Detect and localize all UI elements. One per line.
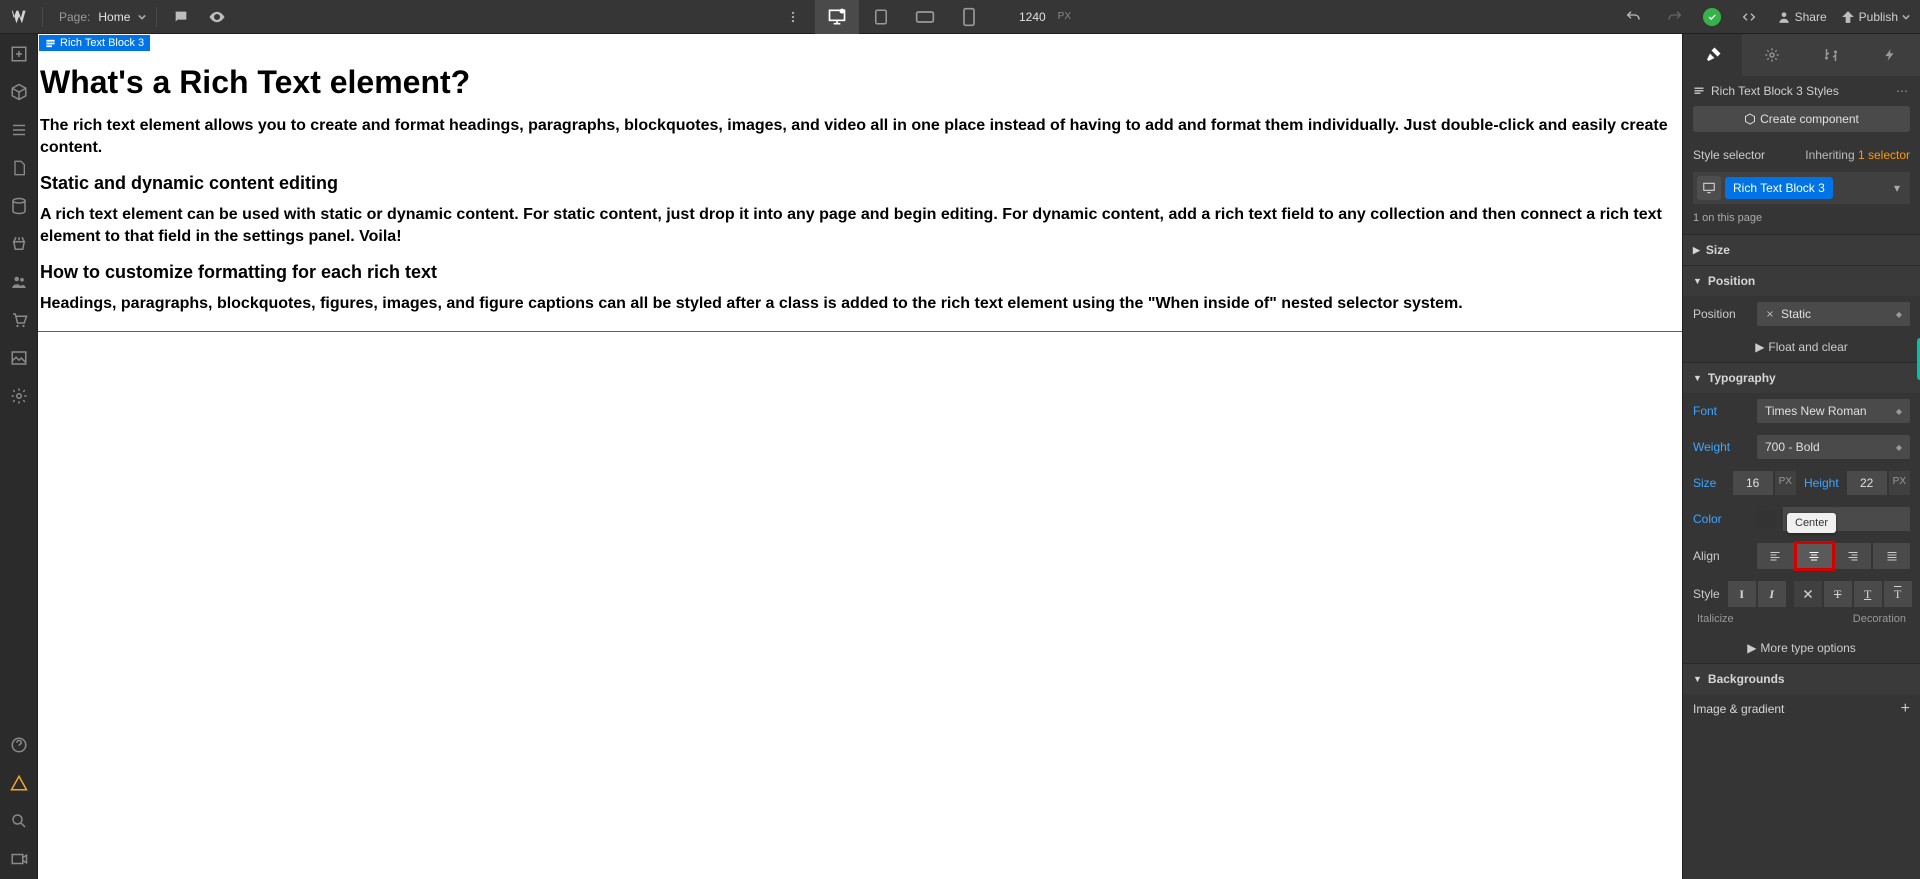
size-unit[interactable]: PX: [1775, 471, 1796, 495]
weight-label: Weight: [1693, 440, 1749, 454]
publish-button[interactable]: Publish: [1841, 10, 1910, 24]
help-icon[interactable]: [9, 735, 29, 755]
selector-input[interactable]: Rich Text Block 3 ▾: [1693, 172, 1910, 204]
color-label: Color: [1693, 512, 1749, 526]
class-chip[interactable]: Rich Text Block 3: [1725, 177, 1833, 199]
status-ok-icon[interactable]: [1703, 8, 1721, 26]
float-and-clear-link[interactable]: ▶Float and clear: [1683, 332, 1920, 362]
search-icon[interactable]: [9, 811, 29, 831]
rich-text-p[interactable]: Headings, paragraphs, blockquotes, figur…: [40, 293, 1680, 315]
italicize-sublabel: Italicize: [1697, 613, 1734, 625]
rich-text-h1[interactable]: What's a Rich Text element?: [40, 64, 1680, 101]
ecommerce-icon[interactable]: [9, 234, 29, 254]
device-breakpoints: [815, 0, 991, 34]
create-component-button[interactable]: Create component: [1693, 106, 1910, 132]
align-right-icon[interactable]: [1835, 543, 1872, 569]
webflow-logo-icon[interactable]: [10, 6, 32, 28]
desktop-device-icon[interactable]: [815, 0, 859, 34]
style-panel: Rich Text Block 3 Styles ⋯ Create compon…: [1682, 34, 1920, 879]
preview-eye-icon[interactable]: [203, 3, 231, 31]
position-label: Position: [1693, 307, 1749, 321]
section-backgrounds[interactable]: ▼Backgrounds: [1683, 663, 1920, 694]
interactions-tab-icon[interactable]: [1802, 34, 1861, 76]
decoration-none-icon[interactable]: [1794, 581, 1822, 607]
rich-text-p[interactable]: The rich text element allows you to crea…: [40, 115, 1680, 159]
overline-icon[interactable]: T: [1884, 581, 1912, 607]
assets-image-icon[interactable]: [9, 348, 29, 368]
more-type-options-link[interactable]: ▶More type options: [1683, 633, 1920, 663]
height-label: Height: [1804, 476, 1839, 490]
settings-tab-gear-icon[interactable]: [1742, 34, 1801, 76]
weight-select[interactable]: 700 - Bold◆: [1757, 435, 1910, 459]
italic-on-icon[interactable]: I: [1758, 581, 1786, 607]
video-tutorial-icon[interactable]: [9, 849, 29, 869]
decoration-sublabel: Decoration: [1853, 613, 1906, 625]
comments-icon[interactable]: [167, 3, 195, 31]
selected-element-label[interactable]: Rich Text Block 3: [39, 35, 150, 51]
symbols-cube-icon[interactable]: [9, 82, 29, 102]
undo-icon[interactable]: [1619, 3, 1647, 31]
section-size[interactable]: ▶Size: [1683, 234, 1920, 265]
align-label: Align: [1693, 549, 1749, 563]
style-label: Style: [1693, 587, 1720, 601]
align-left-icon[interactable]: [1757, 543, 1794, 569]
add-background-icon[interactable]: +: [1901, 700, 1910, 718]
rich-text-p[interactable]: A rich text element can be used with sta…: [40, 204, 1680, 248]
panel-more-icon[interactable]: ⋯: [1896, 84, 1910, 98]
effects-tab-lightning-icon[interactable]: [1861, 34, 1920, 76]
page-name[interactable]: Home: [98, 10, 130, 24]
size-input[interactable]: 16: [1733, 471, 1773, 495]
selector-dropdown-icon[interactable]: ▾: [1888, 181, 1906, 195]
redo-icon[interactable]: [1661, 3, 1689, 31]
top-bar: Page: Home 1240 PX Share Publish: [0, 0, 1920, 34]
style-tab-brush-icon[interactable]: [1683, 34, 1742, 76]
tablet-device-icon[interactable]: [859, 0, 903, 34]
code-icon[interactable]: [1735, 3, 1763, 31]
selector-count: 1 on this page: [1683, 208, 1920, 234]
line-height-unit[interactable]: PX: [1889, 471, 1910, 495]
italic-off-icon[interactable]: I: [1728, 581, 1756, 607]
navigator-icon[interactable]: [9, 120, 29, 140]
style-selector-label: Style selector: [1693, 148, 1765, 162]
inheriting-link[interactable]: 1 selector: [1858, 148, 1910, 162]
rich-text-h3[interactable]: Static and dynamic content editing: [40, 173, 1680, 194]
add-element-icon[interactable]: [9, 44, 29, 64]
line-height-input[interactable]: 22: [1847, 471, 1887, 495]
align-tooltip: Center: [1787, 513, 1836, 533]
rich-text-content[interactable]: What's a Rich Text element? The rich tex…: [38, 64, 1682, 315]
page-label: Page:: [59, 10, 90, 24]
canvas-width-unit: PX: [1058, 11, 1071, 22]
position-select[interactable]: Static ◆: [1757, 302, 1910, 326]
share-button[interactable]: Share: [1777, 10, 1827, 24]
section-typography[interactable]: ▼Typography: [1683, 362, 1920, 393]
align-center-icon[interactable]: [1796, 543, 1833, 569]
assets-cart-icon[interactable]: [9, 310, 29, 330]
align-justify-icon[interactable]: [1873, 543, 1910, 569]
strikethrough-icon[interactable]: T: [1824, 581, 1852, 607]
panel-header: Rich Text Block 3 Styles ⋯: [1683, 76, 1920, 106]
section-position[interactable]: ▼Position: [1683, 265, 1920, 296]
size-label: Size: [1693, 476, 1725, 490]
mobile-device-icon[interactable]: [947, 0, 991, 34]
users-icon[interactable]: [9, 272, 29, 292]
settings-gear-icon[interactable]: [9, 386, 29, 406]
audit-triangle-icon[interactable]: [9, 773, 29, 793]
color-swatch[interactable]: [1757, 510, 1775, 528]
font-label: Font: [1693, 404, 1749, 418]
selector-state-icon[interactable]: [1697, 176, 1721, 200]
canvas[interactable]: Rich Text Block 3 What's a Rich Text ele…: [38, 34, 1682, 879]
rich-text-h3[interactable]: How to customize formatting for each ric…: [40, 262, 1680, 283]
canvas-width[interactable]: 1240: [1019, 10, 1046, 24]
underline-icon[interactable]: T: [1854, 581, 1882, 607]
cms-database-icon[interactable]: [9, 196, 29, 216]
pages-icon[interactable]: [9, 158, 29, 178]
landscape-mobile-icon[interactable]: [903, 0, 947, 34]
more-vert-icon[interactable]: [779, 3, 807, 31]
chevron-down-icon[interactable]: [138, 13, 146, 21]
font-select[interactable]: Times New Roman◆: [1757, 399, 1910, 423]
left-toolbar: [0, 34, 38, 879]
image-gradient-label: Image & gradient: [1693, 702, 1784, 716]
